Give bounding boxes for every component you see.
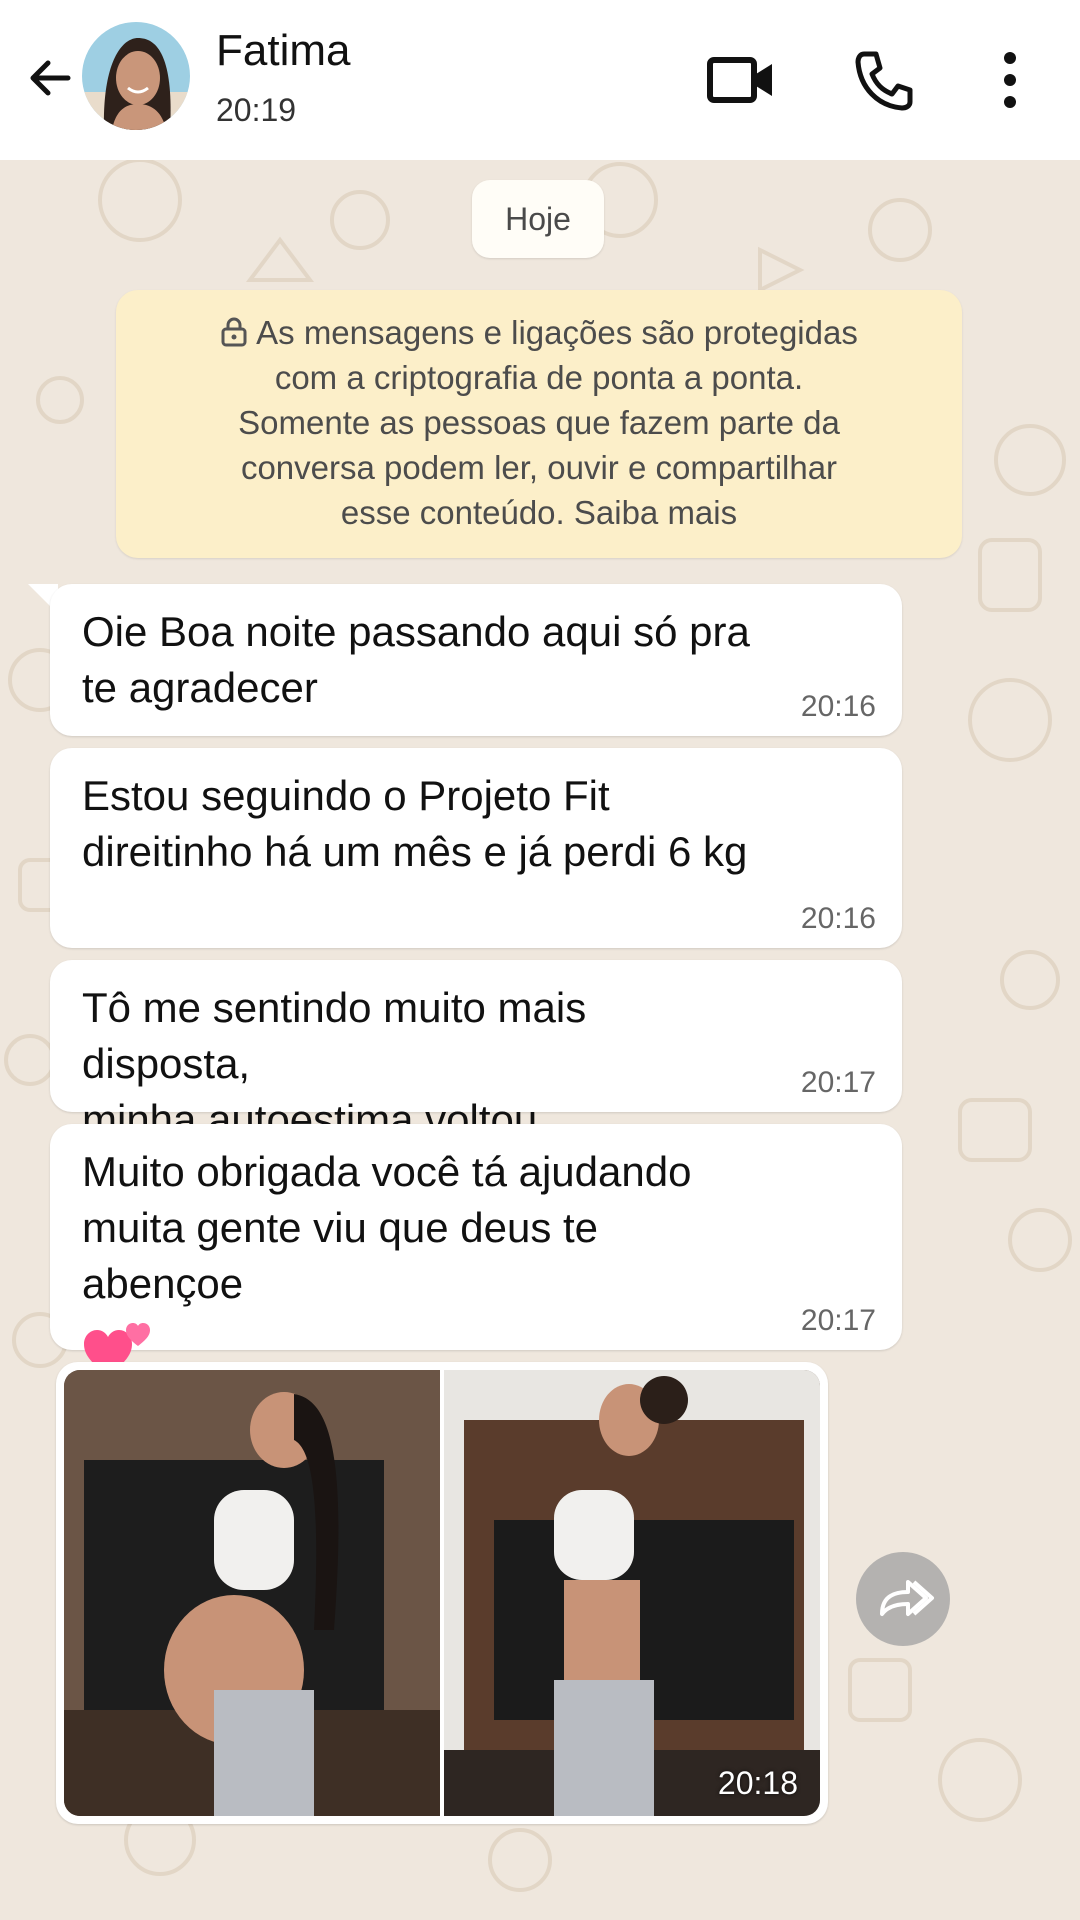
encryption-notice[interactable]: As mensagens e ligações são protegidas c…: [116, 290, 962, 558]
date-chip: Hoje: [472, 180, 604, 258]
message-text: Oie Boa noite passando aqui só pra te ag…: [82, 608, 750, 711]
contact-name[interactable]: Fatima: [216, 26, 350, 76]
encryption-line-1: As mensagens e ligações são protegidas: [146, 310, 932, 355]
message-time: 20:17: [800, 1066, 876, 1099]
last-seen-status: 20:19: [216, 92, 297, 128]
avatar[interactable]: [82, 22, 190, 130]
message-bubble[interactable]: Estou seguindo o Projeto Fit direitinho …: [50, 748, 902, 948]
encryption-line-4: conversa podem ler, ouvir e compartilhar: [240, 449, 838, 486]
chat-area[interactable]: Hoje As mensagens e ligações são protegi…: [0, 160, 1080, 1920]
video-call-icon[interactable]: [706, 44, 778, 116]
message-bubble[interactable]: Muito obrigada você tá ajudando muita ge…: [50, 1124, 902, 1376]
lock-icon: [221, 317, 247, 347]
message-bubble[interactable]: Oie Boa noite passando aqui só pra te ag…: [50, 584, 902, 736]
before-after-photo[interactable]: 20:18: [64, 1370, 820, 1816]
message-text: Tô me sentindo muito mais disposta, minh…: [82, 984, 587, 1143]
back-arrow-icon[interactable]: [22, 50, 78, 106]
message-time: 20:17: [800, 1304, 876, 1337]
phone-call-icon[interactable]: [848, 44, 920, 116]
message-time: 20:16: [800, 690, 876, 723]
message-bubble[interactable]: Tô me sentindo muito mais disposta, minh…: [50, 960, 902, 1143]
message-time: 20:18: [717, 1765, 798, 1801]
chat-header: Fatima 20:19: [0, 0, 1080, 160]
forward-icon: [880, 1580, 934, 1616]
image-message[interactable]: 20:18: [56, 1362, 828, 1824]
message-time: 20:16: [800, 902, 876, 935]
encryption-line-5: esse conteúdo. Saiba mais: [340, 494, 738, 531]
message-text: Estou seguindo o Projeto Fit direitinho …: [82, 772, 748, 875]
forward-button[interactable]: [856, 1552, 950, 1646]
message-text: Muito obrigada você tá ajudando muita ge…: [82, 1144, 762, 1380]
encryption-line-3: Somente as pessoas que fazem parte da: [238, 404, 840, 441]
encryption-line-2: com a criptografia de ponta a ponta.: [274, 359, 804, 396]
more-menu-icon[interactable]: [980, 44, 1040, 116]
